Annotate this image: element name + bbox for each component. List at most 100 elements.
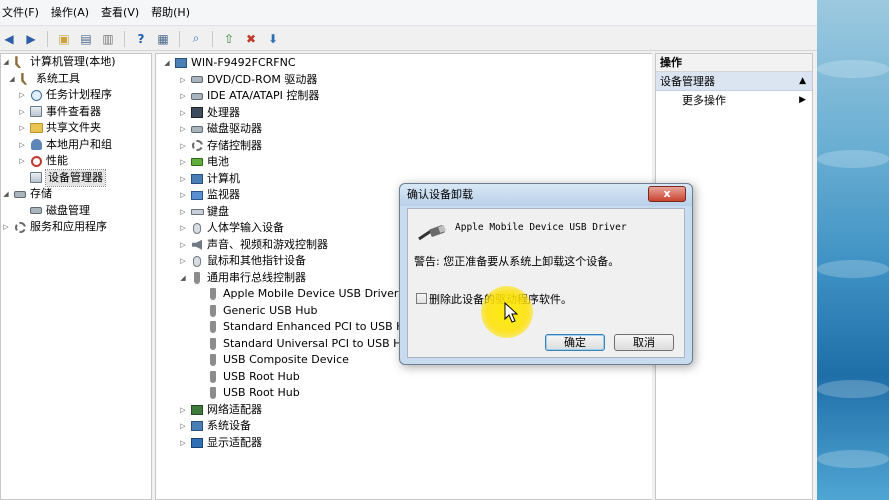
menu-view[interactable]: 查看(V) [99, 0, 149, 26]
up-folder-icon[interactable]: ▣ [55, 30, 73, 48]
usb-icon [190, 271, 204, 284]
collapse-up-icon[interactable]: ▲ [799, 72, 806, 91]
scan-hardware-icon[interactable]: ⌕ [187, 30, 205, 48]
device-category[interactable]: ▷ DVD/CD-ROM 驱动器 [156, 72, 652, 89]
tree-item-disk-management[interactable]: 磁盘管理 [1, 203, 151, 220]
device-category[interactable]: ▷ 电池 [156, 154, 652, 171]
actions-section-device-manager[interactable]: 设备管理器 ▲ [656, 72, 812, 91]
back-icon[interactable]: ◀ [0, 30, 18, 48]
expand-arrow-icon[interactable]: ▷ [178, 105, 188, 122]
usb-icon [206, 288, 220, 301]
usb-icon [206, 321, 220, 334]
expand-arrow-icon[interactable]: ▷ [17, 120, 27, 137]
toolbar: ◀ ▶ ▣ ▤ ▥ ? ▦ ⌕ ⇧ ✖ ⬇ [0, 27, 817, 51]
device-category[interactable]: ▷ 磁盘驱动器 [156, 121, 652, 138]
dialog-warning-text: 警告: 您正准备要从系统上卸载这个设备。 [414, 255, 620, 268]
device-manager-icon [29, 171, 43, 184]
close-button[interactable]: x [648, 186, 686, 202]
tree-root[interactable]: ◢ 计算机管理(本地) [1, 54, 151, 71]
processor-icon [190, 106, 204, 119]
collapse-arrow-icon[interactable]: ◢ [7, 71, 17, 88]
display-adapter-icon [190, 436, 204, 449]
tree-item-system-tools[interactable]: ◢ 系统工具 [1, 71, 151, 88]
usb-cable-icon [418, 225, 446, 241]
computer-management-icon [13, 56, 27, 69]
expand-arrow-icon[interactable]: ▷ [178, 72, 188, 89]
usb-device-item[interactable]: USB Root Hub [156, 369, 652, 386]
expand-arrow-icon[interactable]: ▷ [178, 402, 188, 419]
device-category[interactable]: ▷ 处理器 [156, 105, 652, 122]
dialog-body: Apple Mobile Device USB Driver 警告: 您正准备要… [407, 208, 685, 358]
tree-item-local-users[interactable]: ▷ 本地用户和组 [1, 137, 151, 154]
expand-arrow-icon[interactable]: ▷ [178, 154, 188, 171]
uninstall-device-icon[interactable]: ✖ [242, 30, 260, 48]
collapse-arrow-icon[interactable]: ◢ [1, 54, 11, 71]
expand-arrow-icon[interactable]: ▷ [17, 153, 27, 170]
expand-arrow-icon[interactable]: ▷ [178, 121, 188, 138]
device-category[interactable]: ▷ 系统设备 [156, 418, 652, 435]
expand-arrow-icon[interactable]: ▷ [178, 204, 188, 221]
usb-icon [206, 370, 220, 383]
disable-device-icon[interactable]: ⬇ [264, 30, 282, 48]
expand-arrow-icon[interactable]: ▷ [178, 237, 188, 254]
forward-icon[interactable]: ▶ [22, 30, 40, 48]
mouse-cursor-icon [504, 302, 518, 323]
menu-file[interactable]: 文件(F) [0, 0, 49, 26]
expand-arrow-icon[interactable]: ▷ [1, 219, 11, 236]
device-category[interactable]: ▷ 存储控制器 [156, 138, 652, 155]
actions-header: 操作 [656, 54, 812, 72]
computer-icon [174, 57, 188, 70]
collapse-arrow-icon[interactable]: ◢ [1, 186, 11, 203]
dialog-device-name: Apple Mobile Device USB Driver [455, 222, 627, 233]
device-category[interactable]: ▷ 显示适配器 [156, 435, 652, 452]
collapse-arrow-icon[interactable]: ◢ [162, 55, 172, 72]
expand-arrow-icon[interactable]: ▷ [178, 138, 188, 155]
properties-icon[interactable]: ▦ [154, 30, 172, 48]
cancel-button[interactable]: 取消 [614, 334, 674, 351]
usb-icon [206, 304, 220, 317]
ok-button[interactable]: 确定 [545, 334, 605, 351]
storage-icon [13, 188, 27, 201]
keyboard-icon [190, 205, 204, 218]
usb-device-item[interactable]: USB Root Hub [156, 385, 652, 402]
menu-bar: 文件(F) 操作(A) 查看(V) 帮助(H) [0, 0, 817, 26]
tree-item-storage[interactable]: ◢ 存储 [1, 186, 151, 203]
expand-arrow-icon[interactable]: ▷ [178, 418, 188, 435]
expand-arrow-icon[interactable]: ▷ [17, 137, 27, 154]
expand-arrow-icon[interactable]: ▷ [178, 187, 188, 204]
confirm-uninstall-dialog: 确认设备卸载 x Apple Mobile Device USB Driver … [399, 183, 693, 365]
submenu-arrow-icon: ▶ [799, 95, 806, 105]
expand-arrow-icon[interactable]: ▷ [178, 435, 188, 452]
network-adapter-icon [190, 403, 204, 416]
expand-arrow-icon[interactable]: ▷ [17, 87, 27, 104]
clock-icon [29, 89, 43, 102]
expand-arrow-icon[interactable]: ▷ [17, 104, 27, 121]
expand-arrow-icon[interactable]: ▷ [178, 220, 188, 237]
collapse-arrow-icon[interactable]: ◢ [178, 270, 188, 287]
tree-item-task-scheduler[interactable]: ▷ 任务计划程序 [1, 87, 151, 104]
tree-item-shared-folders[interactable]: ▷ 共享文件夹 [1, 120, 151, 137]
show-hide-tree-icon[interactable]: ▤ [77, 30, 95, 48]
help-icon[interactable]: ? [132, 30, 150, 48]
event-log-icon [29, 105, 43, 118]
export-icon[interactable]: ▥ [99, 30, 117, 48]
disk-icon [29, 204, 43, 217]
menu-action[interactable]: 操作(A) [49, 0, 99, 26]
tree-item-performance[interactable]: ▷ 性能 [1, 153, 151, 170]
device-category[interactable]: ▷ IDE ATA/ATAPI 控制器 [156, 88, 652, 105]
tree-item-event-viewer[interactable]: ▷ 事件查看器 [1, 104, 151, 121]
more-actions-item[interactable]: 更多操作 ▶ [656, 91, 812, 110]
expand-arrow-icon[interactable]: ▷ [178, 171, 188, 188]
expand-arrow-icon[interactable]: ▷ [178, 253, 188, 270]
desktop-background [817, 0, 889, 500]
update-driver-icon[interactable]: ⇧ [220, 30, 238, 48]
menu-help[interactable]: 帮助(H) [149, 0, 200, 26]
delete-driver-checkbox[interactable] [416, 293, 427, 304]
expand-arrow-icon[interactable]: ▷ [178, 88, 188, 105]
tree-item-device-manager[interactable]: 设备管理器 [1, 168, 151, 187]
users-icon [29, 138, 43, 151]
actions-section-label: 设备管理器 [660, 75, 715, 88]
device-tree-root[interactable]: ◢ WIN-F9492FCRFNC [156, 55, 652, 72]
device-category[interactable]: ▷ 网络适配器 [156, 402, 652, 419]
tree-item-services-apps[interactable]: ▷ 服务和应用程序 [1, 219, 151, 236]
